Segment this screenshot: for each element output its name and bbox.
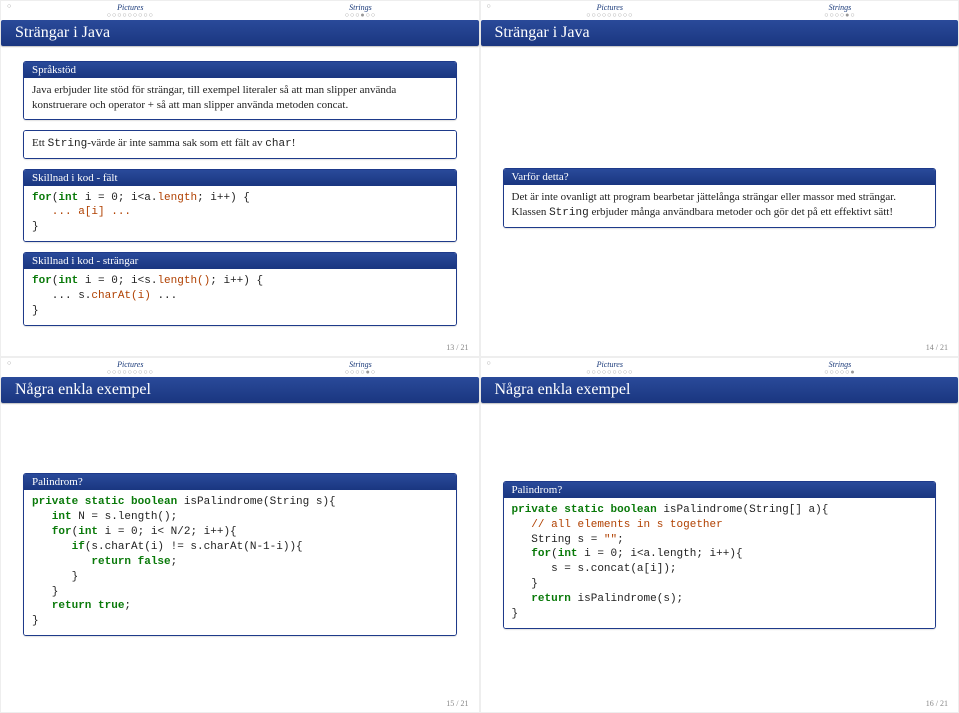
block-skillnad-strangar: Skillnad i kod - strängar for(int i = 0;…	[23, 252, 457, 326]
page-number: 14 / 21	[926, 343, 948, 352]
slide-13: ○ Pictures○○○○○○○○○ Strings○○○●○○ Sträng…	[0, 0, 480, 357]
block-note: Ett String-värde är inte samma sak som e…	[23, 130, 457, 159]
slide-16: ○ Pictures○○○○○○○○○ Strings○○○○○● Några …	[480, 357, 959, 713]
nav-bar: ○ Pictures○○○○○○○○○ Strings○○○●○○	[1, 1, 479, 19]
block-palindrom: Palindrom? private static boolean isPali…	[23, 473, 457, 636]
nav-bar: ○ Pictures○○○○○○○○○ Strings○○○○○●	[481, 358, 959, 376]
slide-14: ○ Pictures○○○○○○○○○ Strings○○○○●○ Sträng…	[480, 0, 959, 357]
block-sprakstod: Språkstöd Java erbjuder lite stöd för st…	[23, 61, 457, 120]
slide-15: ○ Pictures○○○○○○○○○ Strings○○○○●○ Några …	[0, 357, 480, 713]
page-number: 15 / 21	[446, 699, 468, 708]
block-palindrom-array: Palindrom? private static boolean isPali…	[503, 481, 937, 629]
page-number: 16 / 21	[926, 699, 948, 708]
block-skillnad-falt: Skillnad i kod - fält for(int i = 0; i<a…	[23, 169, 457, 243]
slide-title: Strängar i Java	[481, 20, 959, 46]
slide-title: Strängar i Java	[1, 20, 479, 46]
nav-bar: ○ Pictures○○○○○○○○○ Strings○○○○●○	[1, 358, 479, 376]
nav-bar: ○ Pictures○○○○○○○○○ Strings○○○○●○	[481, 1, 959, 19]
slide-title: Några enkla exempel	[481, 377, 959, 403]
page-number: 13 / 21	[446, 343, 468, 352]
block-varfor: Varför detta? Det är inte ovanligt att p…	[503, 168, 937, 228]
slide-title: Några enkla exempel	[1, 377, 479, 403]
